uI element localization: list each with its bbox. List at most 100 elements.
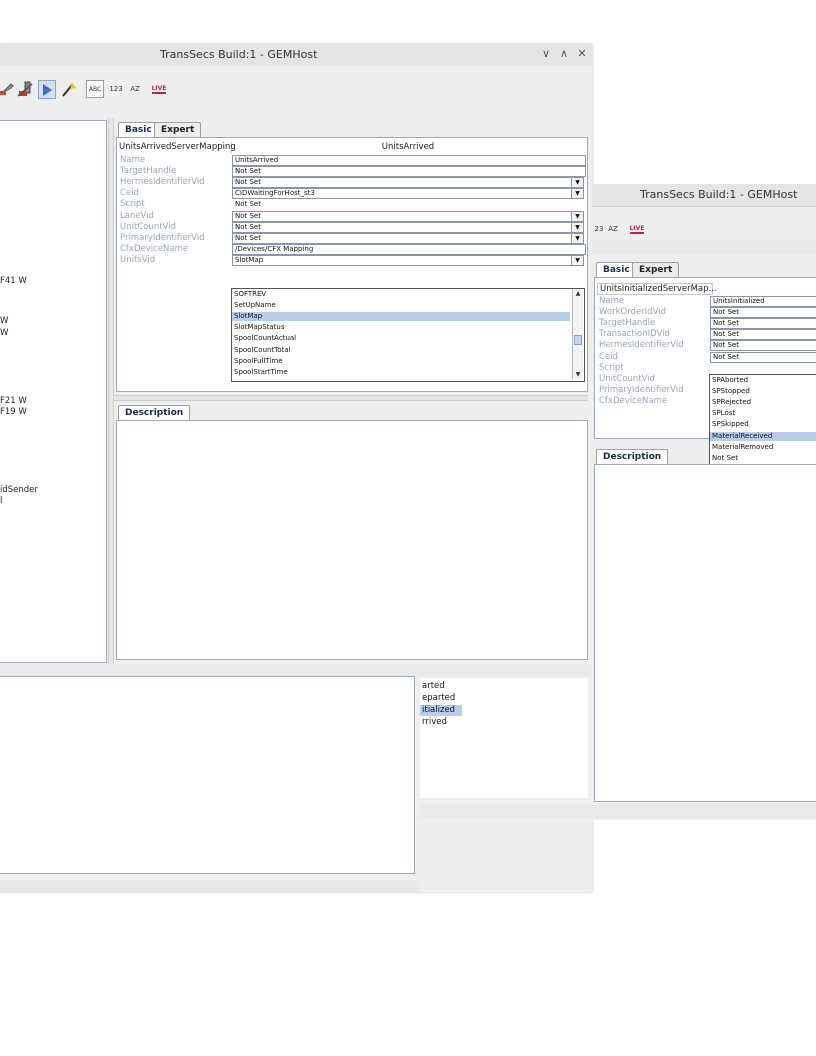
dropdown-arrow-icon[interactable]: ▼: [571, 188, 584, 200]
dropdown-option[interactable]: Not Set: [710, 454, 816, 463]
property-label: Script: [120, 199, 145, 210]
dropdown-option[interactable]: SPLost: [710, 409, 816, 418]
tools-icon[interactable]: [16, 80, 34, 98]
property-value-field[interactable]: Not Set: [232, 210, 574, 222]
sort-az-icon-text: AZ: [130, 85, 140, 93]
dropdown-scrollbar[interactable]: ▲ ▼: [572, 289, 583, 379]
dropdown-arrow-icon[interactable]: ▼: [571, 177, 584, 189]
property-label: PrimaryIdentifierVid: [599, 384, 684, 395]
property-value-field[interactable]: Not Set: [710, 329, 816, 341]
property-value-field[interactable]: Not Set: [232, 232, 574, 244]
live-icon[interactable]: LIVE: [150, 80, 168, 98]
property-value-field[interactable]: Not Set: [710, 340, 816, 352]
tree-item[interactable]: W: [0, 316, 8, 326]
property-value-field[interactable]: Not Set: [232, 199, 586, 211]
description-panel: [594, 464, 816, 802]
123-icon-text: 23: [594, 225, 604, 233]
property-value-field[interactable]: Not Set: [232, 177, 574, 189]
tree-item[interactable]: F19 W: [0, 407, 27, 417]
live-icon[interactable]: LIVE: [628, 220, 646, 238]
maximize-button[interactable]: ∧: [556, 46, 572, 62]
property-label: Name: [120, 155, 146, 165]
property-value-field[interactable]: SlotMap: [232, 254, 574, 266]
tab-basic[interactable]: Basic: [118, 122, 159, 137]
tree-item[interactable]: l: [0, 496, 2, 506]
property-value-field[interactable]: Not Set: [710, 307, 816, 319]
property-value-field[interactable]: Not Set: [710, 351, 816, 363]
wand-icon[interactable]: [60, 80, 78, 98]
window-title: TransSecs Build:1 - GEMHost: [160, 48, 318, 61]
dropdown-option[interactable]: SlotMapStatus: [232, 323, 570, 332]
property-label: TargetHandle: [120, 166, 177, 177]
sort-az-icon-text: AZ: [608, 225, 618, 233]
play-icon[interactable]: [38, 80, 56, 99]
list-item[interactable]: itialized: [420, 705, 462, 716]
dropdown-arrow-icon[interactable]: ▼: [571, 254, 584, 266]
tab-description[interactable]: Description: [118, 405, 191, 420]
scroll-down-arrow[interactable]: ▼: [573, 370, 583, 379]
property-value-field[interactable]: Not Set: [710, 318, 816, 330]
property-label: UnitCountVid: [120, 221, 176, 232]
scroll-thumb[interactable]: [574, 335, 582, 345]
dropdown-option[interactable]: SetUpName: [232, 301, 570, 310]
dropdown-option[interactable]: SpoolFullTime: [232, 357, 570, 366]
tab-description[interactable]: Description: [596, 449, 669, 464]
dropdown-option[interactable]: SPStopped: [710, 387, 816, 396]
tree-item[interactable]: W: [0, 328, 8, 338]
dropdown-option[interactable]: SpoolCountTotal: [232, 346, 570, 355]
horizontal-splitter[interactable]: [114, 395, 588, 401]
dropdown-option[interactable]: SpoolCountActual: [232, 334, 570, 343]
dropdown-option[interactable]: SlotMap: [232, 312, 570, 322]
scroll-up-arrow[interactable]: ▲: [573, 289, 583, 298]
dropdown-arrow-icon[interactable]: ▼: [571, 210, 584, 222]
property-label: HermesIdentifierVid: [120, 177, 205, 188]
dropdown-option[interactable]: MaterialReceived: [710, 431, 816, 441]
tree-item[interactable]: F41 W: [0, 276, 27, 286]
dropdown-option[interactable]: SPAborted: [710, 376, 816, 385]
property-value-field[interactable]: /Devices/CFX Mapping: [232, 243, 586, 255]
property-value-field[interactable]: Not Set: [232, 166, 586, 178]
tree-panel[interactable]: [0, 120, 107, 663]
title-bar[interactable]: TransSecs Build:1 - GEMHost ∨ ∧ ✕: [0, 44, 592, 67]
sort-az-icon[interactable]: AZ: [126, 80, 144, 98]
dropdown-option[interactable]: SpoolStartTime: [232, 368, 570, 377]
dropdown-arrow-icon[interactable]: ▼: [571, 232, 584, 244]
close-button[interactable]: ✕: [574, 46, 590, 62]
property-label: Name: [599, 296, 625, 306]
property-label: HermesIdentifierVid: [599, 340, 684, 351]
property-value-field[interactable]: UnitsArrived: [232, 155, 586, 166]
description-panel: [116, 420, 588, 660]
tab-basic[interactable]: Basic: [596, 262, 637, 277]
title-bar[interactable]: TransSecs Build:1 - GEMHost: [592, 184, 816, 207]
column-header-name: UnitsInitializedServerMap...: [597, 283, 717, 295]
property-value-field[interactable]: Not Set: [232, 221, 574, 233]
property-value-field[interactable]: CIDWaitingForHost_st3: [232, 188, 574, 200]
dropdown-option[interactable]: SPSkipped: [710, 420, 816, 429]
property-label: WorkOrderIdVid: [599, 307, 666, 318]
dropdown-arrow-icon[interactable]: ▼: [571, 221, 584, 233]
window-title: TransSecs Build:1 - GEMHost: [640, 188, 798, 201]
wrench-icon[interactable]: [0, 80, 14, 98]
property-label: CfxDeviceName: [120, 243, 189, 254]
tree-item[interactable]: idSender: [0, 485, 38, 495]
property-label: Script: [599, 362, 624, 373]
abc-icon[interactable]: ABC: [86, 80, 104, 98]
tab-expert[interactable]: Expert: [632, 262, 680, 277]
minimize-button[interactable]: ∨: [538, 46, 554, 62]
dropdown-option[interactable]: MaterialRemoved: [710, 443, 816, 452]
live-icon-text: LIVE: [151, 84, 167, 94]
tree-item[interactable]: F21 W: [0, 396, 27, 406]
list-item[interactable]: eparted: [420, 693, 462, 704]
property-value-field[interactable]: UnitsInitialized: [710, 296, 816, 307]
list-item[interactable]: arted: [420, 681, 462, 692]
column-header-value: UnitsArrived: [381, 142, 435, 152]
123-icon[interactable]: 123: [107, 80, 125, 98]
column-header-name: UnitsArrivedServerMapping: [119, 142, 236, 153]
property-label: UnitsVid: [120, 254, 156, 265]
toolbar-separator: [592, 240, 816, 254]
dropdown-option[interactable]: SPRejected: [710, 398, 816, 407]
tab-expert[interactable]: Expert: [154, 122, 202, 137]
dropdown-option[interactable]: SOFTREV: [232, 290, 570, 299]
list-item[interactable]: rrived: [420, 717, 462, 728]
sort-az-icon[interactable]: AZ: [604, 220, 622, 238]
